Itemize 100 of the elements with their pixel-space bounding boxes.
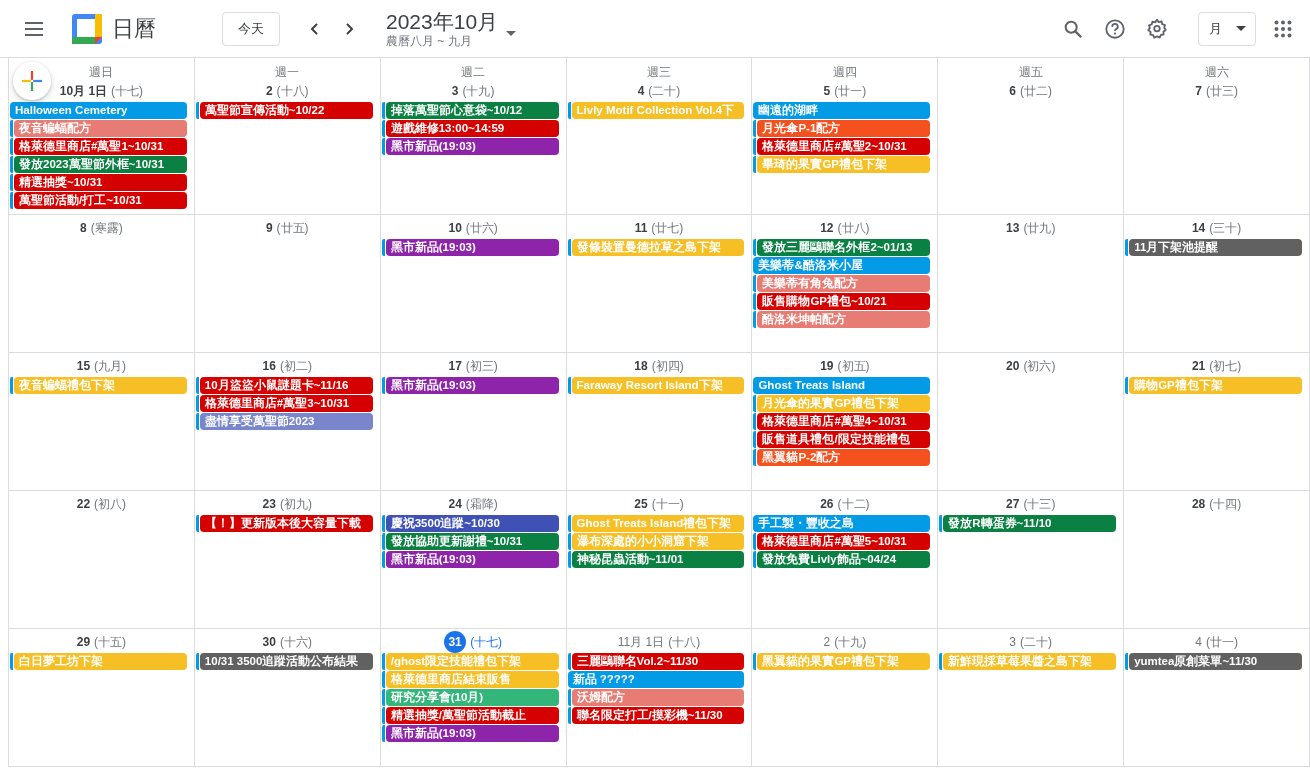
date-number[interactable]: 2 [823,632,831,652]
date-number[interactable]: 21 [1191,356,1206,376]
lunar-date: (廿七) [651,219,684,237]
event-chip[interactable]: 發放2023萬聖節外框~10/31 [14,156,187,173]
date-number[interactable]: 22 [76,494,91,514]
month-title: 2023年10月 [386,9,499,34]
lunar-date: (初九) [279,495,312,513]
lunar-date: (十四) [1209,495,1242,513]
event-chip[interactable]: 發放免費Livly飾品~04/24 [757,551,931,568]
event-chip[interactable]: 發放三麗鷗聯名外框2~01/13 [757,239,931,256]
caret-down-icon[interactable] [506,30,517,37]
weekday-label: 週六 [1204,64,1229,80]
date-number[interactable]: 26 [820,494,834,514]
event-chip[interactable]: 夜音蝙蝠配方 [14,120,187,137]
date-number[interactable]: 28 [1191,494,1206,514]
date-number[interactable]: 17 [448,356,462,376]
event-chip[interactable]: 格萊德里商店#萬聖4~10/31 [757,413,931,430]
date-number[interactable]: 9 [265,218,273,238]
date-number[interactable]: 10月 1日 [59,81,108,101]
event-chip[interactable]: 格萊德里商店#萬聖1~10/31 [14,138,187,155]
event-chip[interactable]: 酷洛米坤帕配方 [757,311,931,328]
date-number[interactable]: 8 [80,218,87,238]
event-chip[interactable]: 發放R轉蛋券~11/10 [943,515,1117,532]
date-number[interactable]: 11 [634,218,648,238]
date-number[interactable]: 10 [448,218,462,238]
event-chip[interactable]: 手工製・豐收之島 [753,515,931,532]
event-chip[interactable]: 掉落萬聖節心意袋~10/12 [385,102,559,119]
date-number[interactable]: 30 [262,632,276,652]
event-chip[interactable]: 萬聖節活動/打工~10/31 [14,192,187,209]
event-chip[interactable]: 販售道具禮包/限定技能禮包 [757,431,931,448]
event-chip[interactable]: 格萊德里商店#萬聖5~10/31 [757,533,931,550]
date-number[interactable]: 29 [76,632,91,652]
weekday-label: 週二 [461,64,486,80]
today-button[interactable]: 今天 [222,11,280,46]
event-chip[interactable]: 黑市新品(19:03) [385,239,559,256]
lunar-date: (廿三) [1205,82,1238,100]
apps-grid-icon [1274,19,1292,38]
date-number[interactable]: 3 [1009,632,1017,652]
event-chip[interactable]: 沃姆配方 [571,689,745,706]
date-number[interactable]: 3 [451,81,459,101]
date-number[interactable]: 27 [1006,494,1020,514]
event-chip[interactable]: Ghost Treats Island [753,377,931,394]
date-number[interactable]: 14 [1191,218,1206,238]
lunar-date: (初三) [465,357,498,375]
event-chip[interactable]: 美樂蒂有角兔配方 [757,275,931,292]
date-number[interactable]: 6 [1009,81,1017,101]
event-chip[interactable]: 黑市新品(19:03) [385,377,559,394]
lunar-date: (二十) [648,82,681,100]
date-number[interactable]: 25 [634,494,648,514]
event-chip[interactable]: 黑市新品(19:03) [385,551,559,568]
date-number[interactable]: 11月 1日 [617,632,665,652]
event-chip[interactable]: 神秘昆蟲活動~11/01 [571,551,745,568]
event-chip[interactable]: 格萊德里商店#萬聖2~10/31 [757,138,931,155]
event-chip[interactable]: yumtea原創菜單~11/30 [1129,653,1302,670]
calendar-logo-icon [72,13,102,44]
event-chip[interactable]: 遊戲維修13:00~14:59 [385,120,559,137]
date-number[interactable]: 5 [823,81,831,101]
event-chip[interactable]: 10月盜盜小鼠謎題卡~11/16 [199,377,373,394]
lunar-date: (寒露) [90,219,123,237]
date-number[interactable]: 4 [637,81,645,101]
lunar-date: (初六) [1023,357,1056,375]
event-chip[interactable]: 美樂蒂&酷洛米小屋 [753,257,931,274]
lunar-date: (十七) [470,633,503,651]
date-number[interactable]: 7 [1195,81,1202,101]
event-chip[interactable]: 精選抽獎~10/31 [14,174,187,191]
lunar-date: (十三) [1023,495,1056,513]
event-chip[interactable]: 幽遠的湖畔 [753,102,931,119]
event-chip[interactable]: 黑市新品(19:03) [385,725,559,742]
lunar-date: (廿九) [1023,219,1056,237]
event-chip[interactable]: 精選抽獎/萬聖節活動截止 [385,707,559,724]
date-number[interactable]: 24 [448,494,462,514]
event-chip[interactable]: Halloween Cemetery [10,102,187,119]
event-chip[interactable]: 黑市新品(19:03) [385,138,559,155]
date-number[interactable]: 23 [262,494,276,514]
event-chip[interactable]: 發放協助更新謝禮~10/31 [385,533,559,550]
event-chip[interactable]: 月光傘P-1配方 [757,120,931,137]
event-chip[interactable]: 慶祝3500追蹤~10/30 [385,515,559,532]
date-number[interactable]: 19 [820,356,834,376]
event-chip[interactable]: 11月下架池提醒 [1129,239,1302,256]
event-chip[interactable]: 黑翼貓P-2配方 [757,449,931,466]
event-chip[interactable]: 聯名限定打工/摸彩機~11/30 [571,707,745,724]
event-chip[interactable]: 盡情享受萬聖節2023 [199,413,373,430]
date-number[interactable]: 16 [262,356,276,376]
event-chip[interactable]: 萬聖節宣傳活動~10/22 [199,102,373,119]
event-chip[interactable]: 三麗鷗聯名Vol.2~11/30 [571,653,745,670]
date-number[interactable]: 12 [820,218,834,238]
event-chip[interactable]: 【！】更新版本後大容量下載 [199,515,373,532]
date-number[interactable]: 15 [76,356,91,376]
date-number[interactable]: 2 [265,81,273,101]
event-chip[interactable]: 新品 ????? [567,671,745,688]
date-number[interactable]: 18 [634,356,648,376]
date-number[interactable]: 4 [1195,632,1202,652]
event-chip[interactable]: 販售購物GP禮包~10/21 [757,293,931,310]
event-chip[interactable]: 格萊德里商店#萬聖3~10/31 [199,395,373,412]
view-dropdown[interactable]: 月 [1198,11,1256,46]
date-number[interactable]: 13 [1006,218,1020,238]
date-number[interactable]: 20 [1006,356,1020,376]
event-chip[interactable]: 10/31 3500追蹤活動公布結果 [199,653,373,670]
create-button[interactable] [13,62,51,100]
date-number[interactable]: 31 [444,631,467,653]
